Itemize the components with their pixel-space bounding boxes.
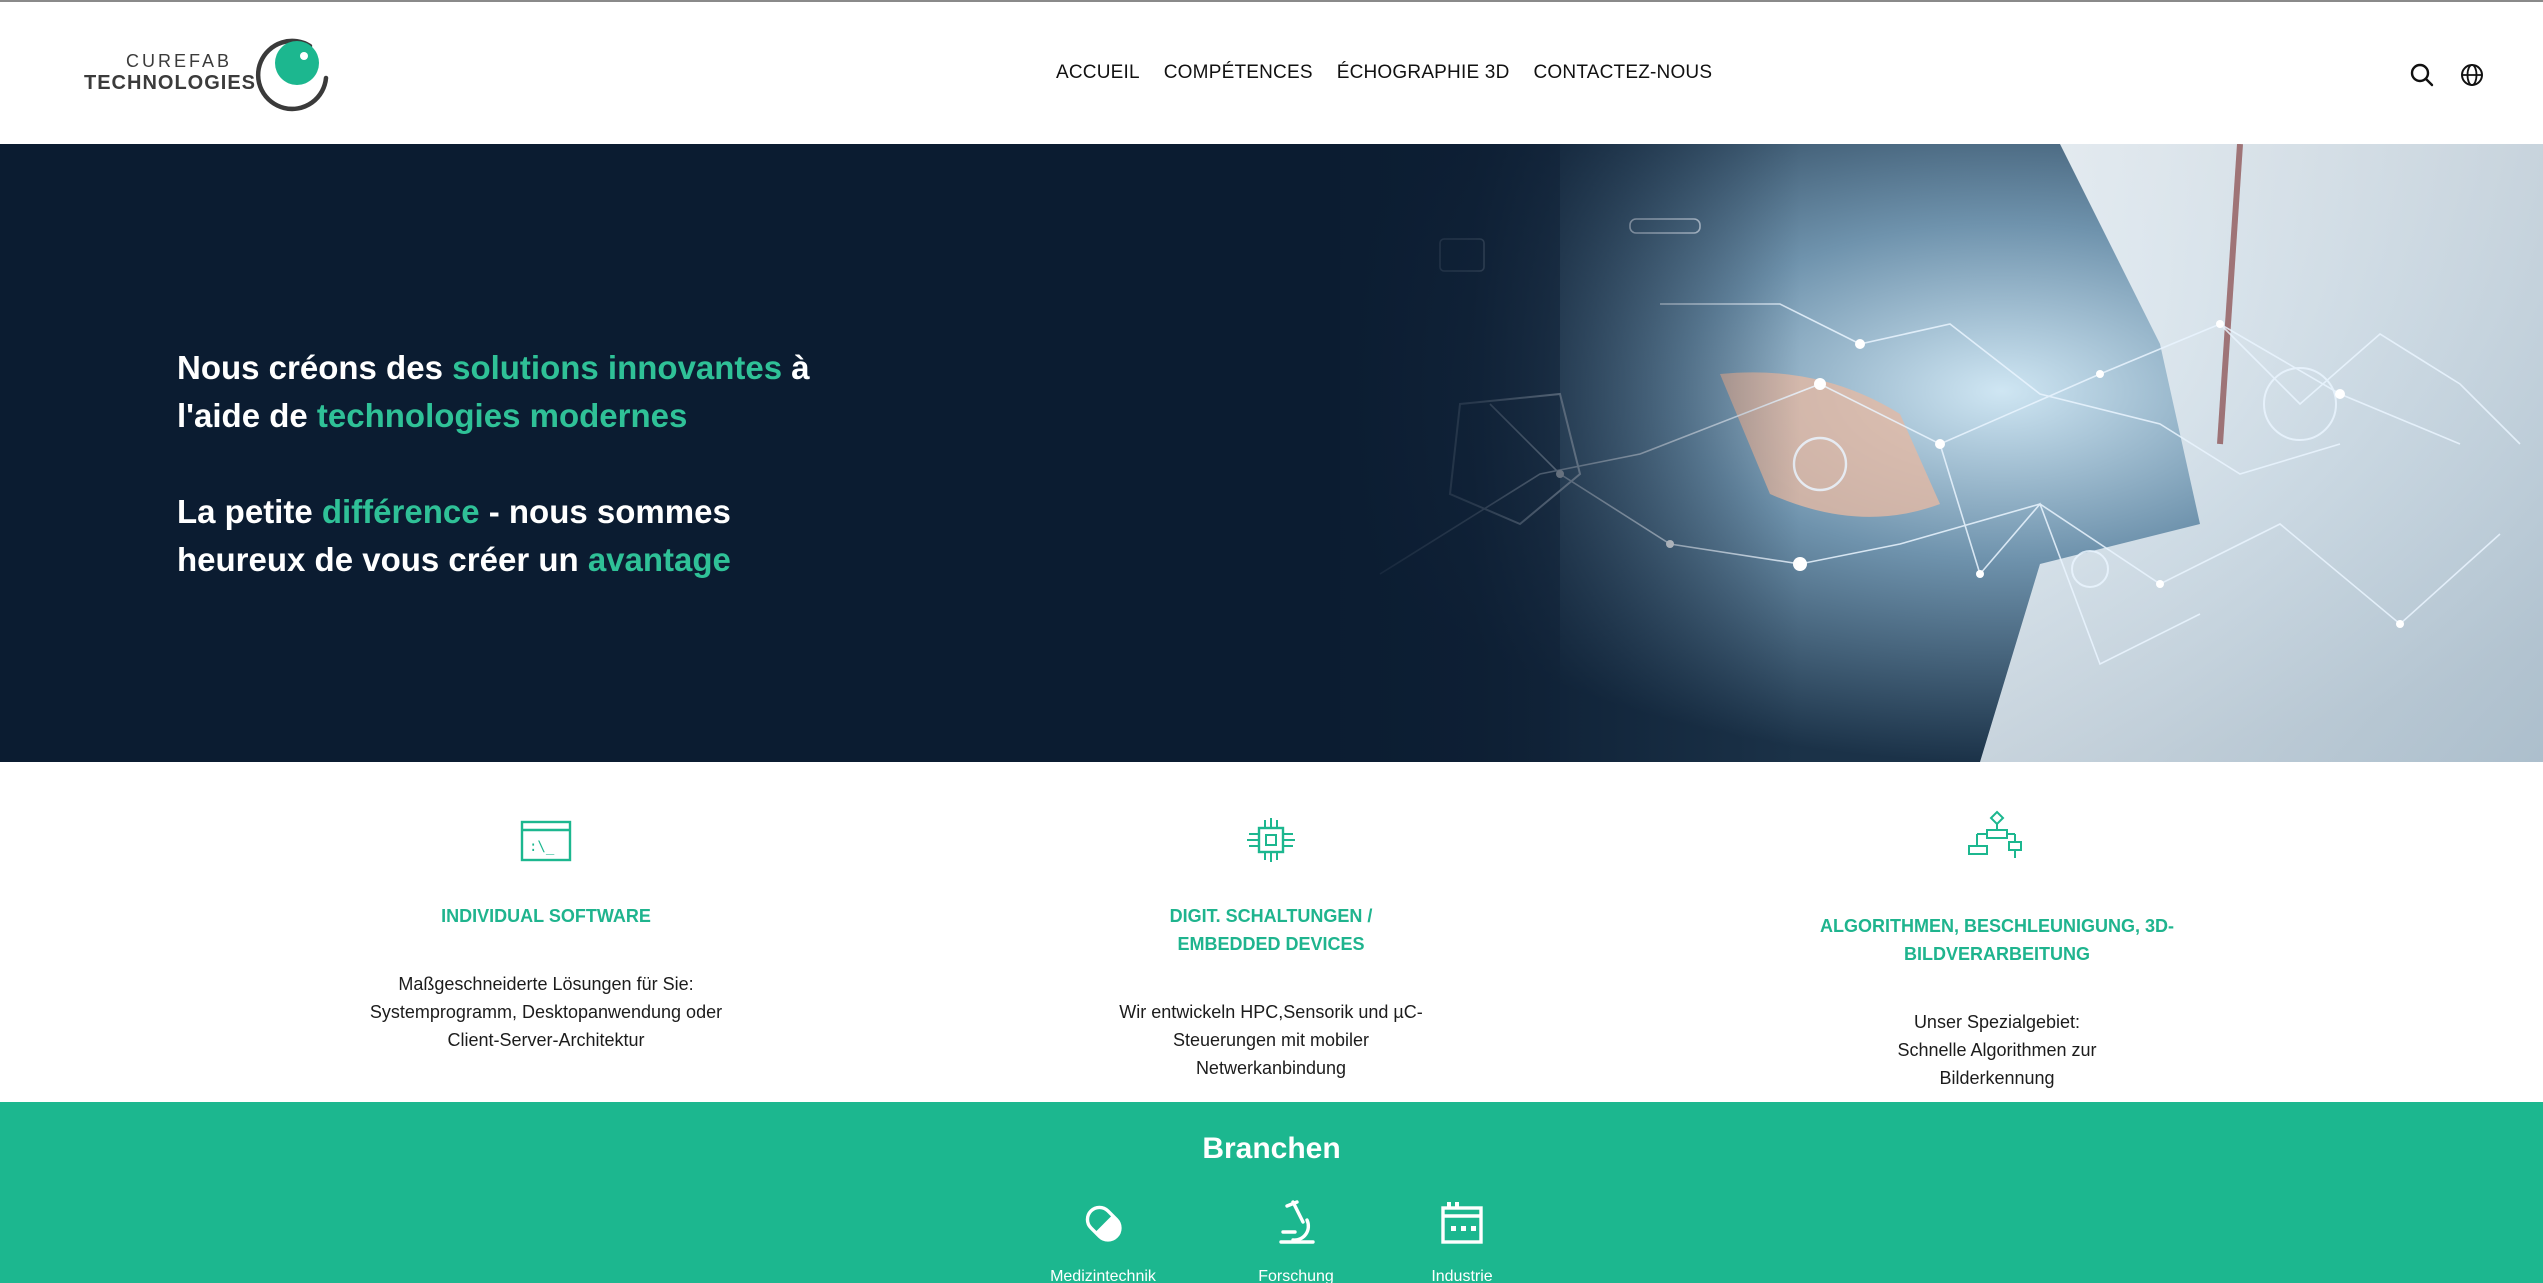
hero-highlight: différence bbox=[321, 493, 480, 530]
logo-wordmark: CUREFAB TECHNOLOGIES bbox=[84, 51, 257, 94]
nav-item-accueil[interactable]: ACCUEIL bbox=[1056, 62, 1140, 92]
feature-title: INDIVIDUAL SOFTWARE bbox=[441, 906, 651, 926]
branchen-title: Branchen bbox=[1202, 1132, 1341, 1165]
branche-forschung[interactable]: Forschung bbox=[1221, 1198, 1371, 1283]
hero-banner: Nous créons des solutions innovantes à l… bbox=[0, 144, 2543, 762]
feature-title: ALGORITHMEN, BESCHLEUNIGUNG, 3D-BILDVERA… bbox=[1819, 916, 2174, 964]
hero-text-part: heureux de vous créer un bbox=[177, 541, 588, 578]
nav-item-competences[interactable]: COMPÉTENCES bbox=[1164, 62, 1313, 92]
hero-highlight: solutions innovantes bbox=[452, 349, 783, 386]
feature-description: Maßgeschneiderte Lösungen für Sie: Syste… bbox=[369, 974, 723, 1050]
flowchart-icon bbox=[1968, 810, 2022, 858]
branche-label: Forschung bbox=[1258, 1268, 1334, 1283]
hero-text-part: l'aide de bbox=[177, 397, 317, 434]
logo-mark-icon bbox=[255, 38, 329, 112]
branche-industrie[interactable]: Industrie bbox=[1387, 1198, 1537, 1283]
curefab-logo[interactable]: CUREFAB TECHNOLOGIES bbox=[84, 32, 334, 118]
feature-description: Wir entwickeln HPC,Sensorik und µC-Steue… bbox=[1119, 1002, 1423, 1078]
branche-medizintechnik[interactable]: Medizintechnik bbox=[1028, 1198, 1178, 1283]
hero-image-fade bbox=[1300, 144, 1800, 762]
globe-icon[interactable] bbox=[2459, 62, 2485, 88]
hero-paragraph-1: Nous créons des solutions innovantes à l… bbox=[177, 344, 877, 440]
branchen-section: Branchen Medizintechnik Forschung Indust… bbox=[0, 1102, 2543, 1283]
branche-label: Medizintechnik bbox=[1050, 1268, 1156, 1283]
site-header: CUREFAB TECHNOLOGIES ACCUEIL COMPÉTENCES… bbox=[0, 2, 2543, 144]
competences-section: :\_ INDIVIDUAL SOFTWARE Maßgeschneiderte… bbox=[0, 762, 2543, 1102]
hero-text-part: Nous créons des bbox=[177, 349, 453, 386]
terminal-window-icon: :\_ bbox=[520, 820, 572, 862]
logo-line-1: CUREFAB bbox=[125, 51, 232, 71]
hero-text-part: à bbox=[782, 349, 810, 386]
chip-icon bbox=[1247, 818, 1295, 862]
hero-tagline: Nous créons des solutions innovantes à l… bbox=[177, 344, 877, 632]
microscope-icon bbox=[1279, 1200, 1315, 1244]
hero-highlight: technologies modernes bbox=[316, 397, 688, 434]
pill-icon bbox=[1085, 1205, 1122, 1242]
branche-label: Industrie bbox=[1431, 1268, 1493, 1283]
hero-paragraph-2: La petite différence - nous sommes heure… bbox=[177, 488, 877, 584]
header-actions bbox=[2409, 62, 2485, 88]
nav-item-contact[interactable]: CONTACTEZ-NOUS bbox=[1534, 62, 1713, 92]
nav-item-echographie-3d[interactable]: ÉCHOGRAPHIE 3D bbox=[1337, 62, 1510, 92]
hero-text-part: La petite bbox=[177, 493, 322, 530]
logo-line-2: TECHNOLOGIES bbox=[84, 71, 257, 94]
feature-description: Unser Spezialgebiet: Schnelle Algorithme… bbox=[1897, 1012, 2097, 1088]
main-nav: ACCUEIL COMPÉTENCES ÉCHOGRAPHIE 3D CONTA… bbox=[1056, 62, 1712, 92]
hero-text-part: - nous sommes bbox=[479, 493, 731, 530]
hero-highlight: avantage bbox=[587, 541, 731, 578]
feature-title: DIGIT. SCHALTUNGEN / EMBEDDED DEVICES bbox=[1169, 906, 1373, 954]
svg-text::\_: :\_ bbox=[529, 839, 555, 855]
search-icon[interactable] bbox=[2409, 62, 2435, 88]
factory-icon bbox=[1441, 1202, 1483, 1244]
